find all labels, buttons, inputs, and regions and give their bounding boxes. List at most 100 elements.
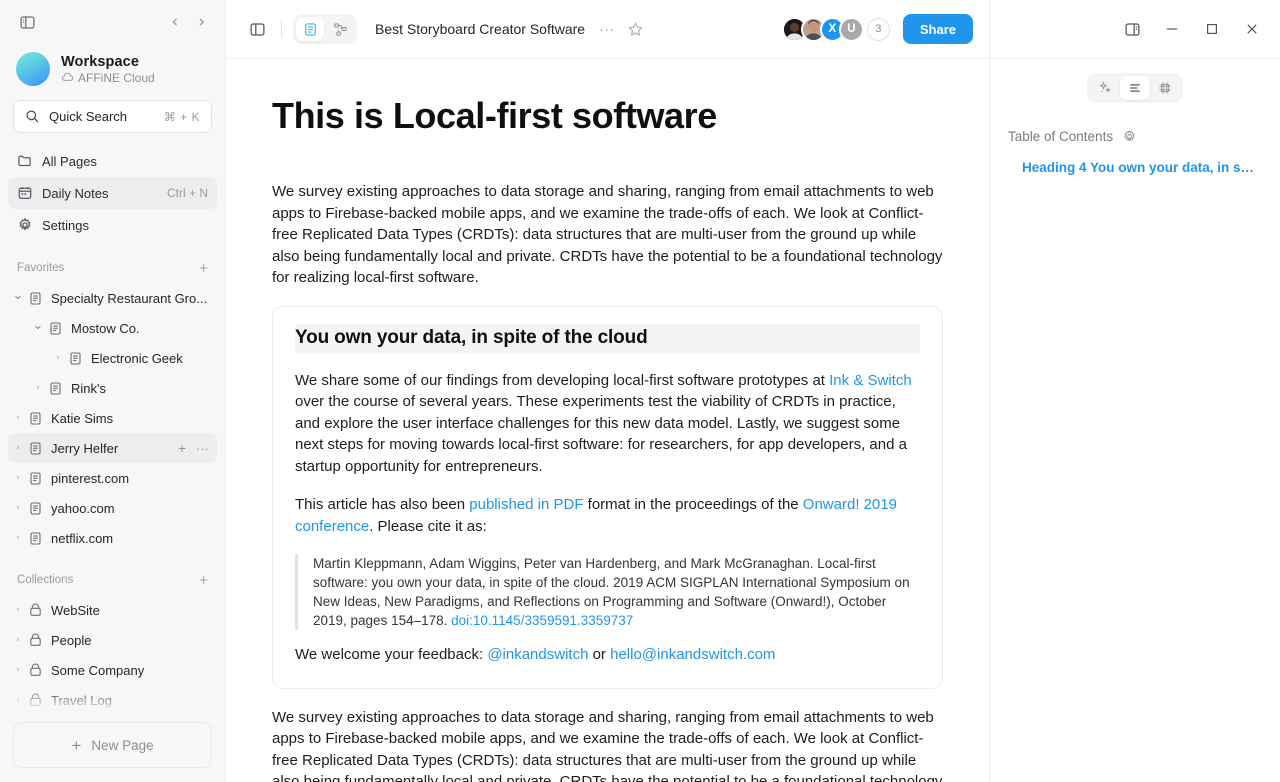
ink-and-switch-link[interactable]: Ink & Switch <box>829 372 912 389</box>
callout-paragraph-3[interactable]: We welcome your feedback: @inkandswitch … <box>295 644 920 666</box>
toc-title: Table of Contents <box>1008 129 1114 144</box>
callout-paragraph-1[interactable]: We share some of our findings from devel… <box>295 370 920 478</box>
sidebar-item-daily-notes[interactable]: Daily Notes Ctrl + N <box>8 177 217 209</box>
sidebar-toggle-icon[interactable] <box>14 9 40 35</box>
favorites-tree-item[interactable]: › Rink's <box>8 373 217 403</box>
workspace-selector[interactable]: Workspace AFFiNE Cloud <box>0 44 225 96</box>
favorites-tree-item[interactable]: › yahoo.com <box>8 493 217 523</box>
favorites-tree-item-label: Mostow Co. <box>71 320 140 336</box>
email-link[interactable]: hello@inkandswitch.com <box>610 646 775 663</box>
sidebar-item-all-pages[interactable]: All Pages <box>8 145 217 177</box>
collections-tree-item[interactable]: › People <box>8 625 217 655</box>
sidebar-item-daily-notes-shortcut: Ctrl + N <box>166 186 208 200</box>
favorites-tree-item-label: Jerry Helfer <box>51 440 119 456</box>
collections-tree-item[interactable]: › Some Company <box>8 655 217 685</box>
add-collection-icon[interactable]: + <box>199 573 208 588</box>
favorites-tree-item[interactable]: › Electronic Geek <box>8 343 217 373</box>
published-in-pdf-link[interactable]: published in PDF <box>469 496 583 513</box>
new-page-label: New Page <box>91 737 154 753</box>
minimize-icon[interactable] <box>1152 12 1192 46</box>
collection-icon <box>26 633 44 648</box>
chevron-right-icon[interactable]: › <box>10 503 26 513</box>
chevron-right-icon[interactable]: › <box>10 695 26 705</box>
twitter-handle-link[interactable]: @inkandswitch <box>487 646 588 663</box>
collaborator-count-badge[interactable]: 3 <box>866 17 890 41</box>
share-button[interactable]: Share <box>902 14 973 44</box>
document-scroll-area[interactable]: This is Local-first software We survey e… <box>226 59 989 782</box>
collections-tree: › WebSite › People › Some Company › Travel Log <box>0 595 225 715</box>
sparkle-icon <box>1099 81 1112 94</box>
citation-blockquote[interactable]: Martin Kleppmann, Adam Wiggins, Peter va… <box>295 554 920 631</box>
sidebar-toggle-icon[interactable] <box>244 16 270 42</box>
collections-tree-item[interactable]: › Travel Log <box>8 685 217 715</box>
favorites-tree-item-label: Rink's <box>71 380 106 396</box>
add-subpage-icon[interactable]: + <box>178 441 186 455</box>
chevron-right-icon[interactable]: › <box>10 533 26 543</box>
doc-icon <box>26 471 44 486</box>
add-favorite-icon[interactable]: + <box>199 261 208 276</box>
sidebar-item-all-pages-label: All Pages <box>42 153 97 169</box>
page-mode-button[interactable] <box>296 17 324 41</box>
toc-item[interactable]: Heading 4 You own your data, in spite… <box>1008 160 1262 175</box>
collections-tree-item[interactable]: › WebSite <box>8 595 217 625</box>
sidebar-item-settings[interactable]: Settings <box>8 209 217 241</box>
chevron-right-icon[interactable]: › <box>30 383 46 393</box>
cloud-icon <box>62 72 74 81</box>
collections-title: Collections <box>17 574 74 586</box>
favorites-tree-item[interactable]: › Jerry Helfer + ··· <box>8 433 217 463</box>
nav-forward-icon[interactable]: › <box>198 13 205 31</box>
maximize-icon[interactable] <box>1192 12 1232 46</box>
favorites-tree-item-label: Katie Sims <box>51 410 114 426</box>
window-controls <box>990 0 1280 59</box>
tab-frame[interactable] <box>1150 76 1180 100</box>
favorites-tree-item[interactable]: › pinterest.com <box>8 463 217 493</box>
quick-search-input[interactable]: Quick Search ⌘ + K <box>13 100 212 133</box>
calendar-icon <box>18 187 32 199</box>
workspace-name: Workspace <box>61 53 140 70</box>
workspace-avatar <box>16 52 50 86</box>
search-icon <box>26 110 39 123</box>
tab-outline[interactable] <box>1120 76 1150 100</box>
favorites-tree-item[interactable]: ⌄ Specialty Restaurant Gro... <box>8 283 217 313</box>
favorites-section-header: Favorites + <box>0 253 225 283</box>
more-options-icon[interactable]: ··· <box>196 442 209 455</box>
chevron-right-icon[interactable]: › <box>50 353 66 363</box>
chevron-right-icon[interactable]: › <box>10 665 26 675</box>
ellipsis-icon[interactable]: ··· <box>599 22 614 37</box>
avatar[interactable]: U <box>838 16 864 42</box>
favorites-tree-item[interactable]: › Katie Sims <box>8 403 217 433</box>
callout-paragraph-2[interactable]: This article has also been published in … <box>295 494 920 537</box>
edgeless-mode-button[interactable] <box>326 17 354 41</box>
favorites-tree-item-label: yahoo.com <box>51 500 115 516</box>
nav-back-icon[interactable]: ‹ <box>171 13 178 31</box>
app-root: ‹ › Workspace AFFiNE Cloud Quick Search <box>0 0 1280 782</box>
chevron-right-icon[interactable]: › <box>10 413 26 423</box>
gear-icon[interactable] <box>1122 129 1137 144</box>
outline-list-icon <box>1130 84 1140 92</box>
chevron-right-icon[interactable]: › <box>10 473 26 483</box>
new-page-button[interactable]: + New Page <box>13 722 212 768</box>
plus-icon: + <box>71 735 82 755</box>
collaborator-avatars: XU <box>781 16 864 42</box>
callout-p2-text-a: This article has also been <box>295 496 470 514</box>
callout-heading[interactable]: You own your data, in spite of the cloud <box>295 323 920 353</box>
chevron-right-icon[interactable]: › <box>10 443 26 453</box>
right-sidebar-toggle-icon[interactable] <box>1112 12 1152 46</box>
collections-tree-item-label: WebSite <box>51 602 100 618</box>
close-icon[interactable] <box>1232 12 1272 46</box>
document-title-heading[interactable]: This is Local-first software <box>272 95 943 137</box>
favorites-tree-item[interactable]: ⌄ Mostow Co. <box>8 313 217 343</box>
chevron-right-icon[interactable]: › <box>10 635 26 645</box>
outro-paragraph[interactable]: We survey existing approaches to data st… <box>272 707 943 782</box>
doi-link[interactable]: doi:10.1145/3359591.3359737 <box>451 613 633 628</box>
doc-icon <box>26 501 44 516</box>
favorites-tree-item[interactable]: › netflix.com <box>8 523 217 553</box>
document-area: Best Storyboard Creator Software ··· XU … <box>225 0 989 782</box>
chevron-right-icon[interactable]: › <box>10 605 26 615</box>
page-title: Best Storyboard Creator Software <box>375 21 586 37</box>
callout-p3-text-a: We welcome your feedback: <box>295 646 488 664</box>
intro-paragraph[interactable]: We survey existing approaches to data st… <box>272 181 943 289</box>
collections-section-header: Collections + <box>0 565 225 595</box>
tab-ai[interactable] <box>1090 76 1120 100</box>
star-icon[interactable] <box>627 21 644 38</box>
